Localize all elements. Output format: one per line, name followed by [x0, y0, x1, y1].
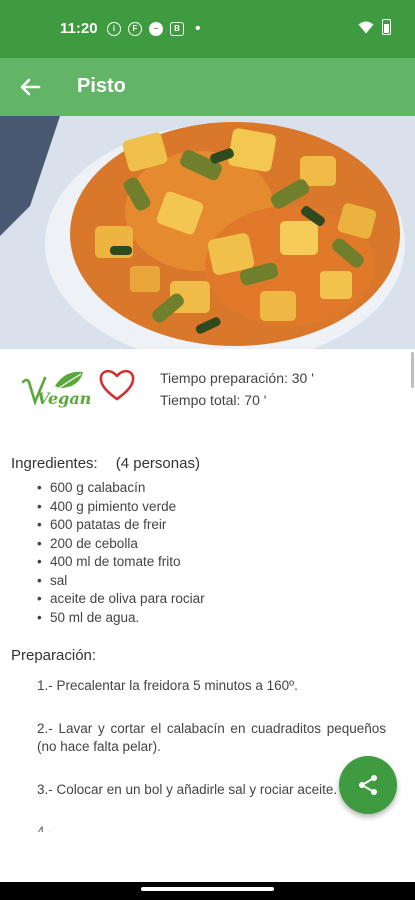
preparation-title: Preparación: [11, 647, 97, 664]
recipe-times: Tiempo preparación: 30 ' Tiempo total: 7… [160, 367, 314, 411]
status-bar: 11:20 i F ~ B • [0, 0, 415, 58]
shield-app-icon: ~ [149, 22, 163, 36]
servings: (4 personas) [115, 455, 200, 472]
back-arrow-icon[interactable] [14, 71, 46, 103]
scrollbar-thumb[interactable] [411, 352, 414, 388]
battery-icon [382, 19, 391, 35]
total-time: Tiempo total: 70 ' [160, 392, 267, 408]
step-1: 1.- Precalentar la freidora 5 minutos a … [37, 678, 298, 693]
recipe-photo [0, 116, 415, 349]
page-title: Pisto [77, 75, 126, 97]
vegan-label: Vegan [37, 389, 91, 408]
wifi-icon [358, 21, 374, 33]
info-icon: i [107, 22, 121, 36]
vegan-badge: Vegan [21, 371, 91, 408]
list-item: 400 g pimiento verde [37, 498, 411, 517]
preparation-section: Preparación: 1.- Precalentar la freidora… [11, 647, 386, 856]
ingredients-list: 600 g calabacín 400 g pimiento verde 600… [11, 479, 411, 627]
more-notifications-dot: • [195, 20, 201, 37]
status-time: 11:20 [60, 20, 98, 37]
preparation-steps: 1.- Precalentar la freidora 5 minutos a … [37, 677, 386, 832]
list-item: aceite de oliva para rociar [37, 590, 411, 609]
f-app-icon: F [128, 22, 142, 36]
list-item: 50 ml de agua. [37, 609, 411, 628]
home-gesture-handle[interactable] [141, 887, 274, 891]
step-3: 3.- Colocar en un bol y añadirle sal y r… [37, 781, 338, 797]
share-button[interactable] [339, 756, 397, 814]
list-item: 200 de cebolla [37, 535, 411, 554]
list-item: sal [37, 572, 411, 591]
system-nav-bar [0, 882, 415, 900]
status-notification-icons: i F ~ B • [107, 20, 201, 38]
app-bar: Pisto [0, 58, 415, 116]
list-item: 400 ml de tomate frito [37, 553, 411, 572]
b-app-icon: B [170, 22, 184, 36]
list-item: 600 patatas de freir [37, 516, 411, 535]
ingredients-section: Ingredientes: (4 personas) 600 g calabací… [11, 455, 411, 627]
list-item: 600 g calabacín [37, 479, 411, 498]
prep-time: Tiempo preparación: 30 ' [160, 370, 314, 386]
step-2: 2.- Lavar y cortar el calabacín en cuadr… [37, 720, 386, 755]
ingredients-title: Ingredientes: [11, 455, 98, 472]
status-system-icons [358, 19, 391, 35]
share-icon [359, 775, 377, 795]
pisto-dish-image [0, 116, 415, 349]
favorite-heart-icon[interactable] [98, 367, 136, 403]
ingredients-heading: Ingredientes: (4 personas) [11, 455, 411, 475]
step-4: 4.- ... [37, 824, 68, 832]
